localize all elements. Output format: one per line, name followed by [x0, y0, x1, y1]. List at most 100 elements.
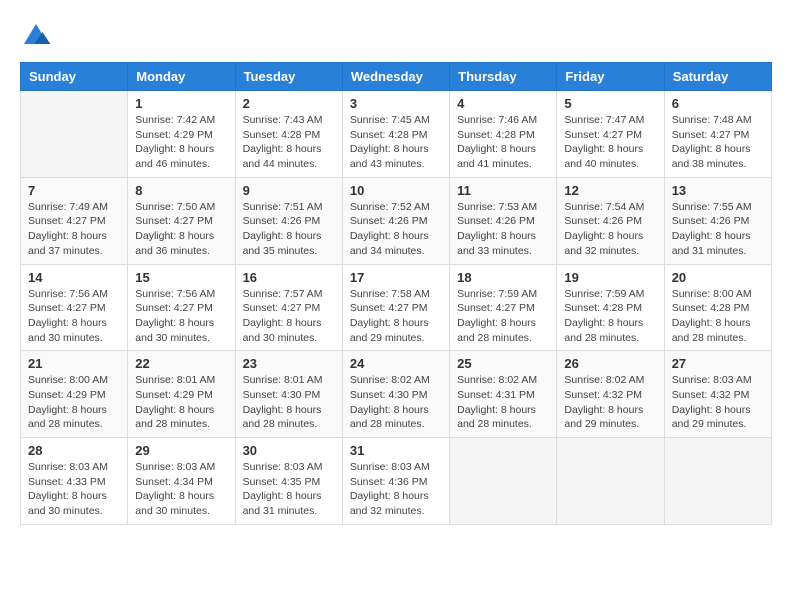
- calendar-cell: 10 Sunrise: 7:52 AM Sunset: 4:26 PM Dayli…: [342, 177, 449, 264]
- day-info: Sunrise: 7:51 AM Sunset: 4:26 PM Dayligh…: [243, 200, 335, 259]
- calendar-cell: 24Sunrise: 8:02 AM Sunset: 4:30 PM Dayli…: [342, 351, 449, 438]
- calendar-cell: 26 Sunrise: 8:02 AM Sunset: 4:32 PM Dayli…: [557, 351, 664, 438]
- day-number: 18: [457, 270, 549, 285]
- day-info: Sunrise: 8:02 AM Sunset: 4:32 PM Dayligh…: [564, 373, 656, 432]
- calendar-cell: 30 Sunrise: 8:03 AM Sunset: 4:35 PM Dayli…: [235, 438, 342, 525]
- weekday-header: Sunday: [21, 63, 128, 91]
- day-number: 4: [457, 96, 549, 111]
- day-info: Sunrise: 7:57 AM Sunset: 4:27 PM Dayligh…: [243, 287, 335, 346]
- day-info: Sunrise: 7:46 AM Sunset: 4:28 PM Dayligh…: [457, 113, 549, 172]
- calendar-cell: 14Sunrise: 7:56 AM Sunset: 4:27 PM Dayli…: [21, 264, 128, 351]
- weekday-header: Thursday: [450, 63, 557, 91]
- calendar-week-row: 7 Sunrise: 7:49 AM Sunset: 4:27 PM Daylig…: [21, 177, 772, 264]
- weekday-header: Wednesday: [342, 63, 449, 91]
- calendar-cell: 3 Sunrise: 7:45 AM Sunset: 4:28 PM Daylig…: [342, 91, 449, 178]
- day-number: 21: [28, 356, 120, 371]
- calendar-cell: 22 Sunrise: 8:01 AM Sunset: 4:29 PM Dayli…: [128, 351, 235, 438]
- calendar-cell: [450, 438, 557, 525]
- calendar-cell: 2 Sunrise: 7:43 AM Sunset: 4:28 PM Daylig…: [235, 91, 342, 178]
- day-number: 3: [350, 96, 442, 111]
- day-info: Sunrise: 7:45 AM Sunset: 4:28 PM Dayligh…: [350, 113, 442, 172]
- calendar-cell: 7 Sunrise: 7:49 AM Sunset: 4:27 PM Daylig…: [21, 177, 128, 264]
- logo-icon: [20, 20, 52, 52]
- day-number: 5: [564, 96, 656, 111]
- day-number: 6: [672, 96, 764, 111]
- day-number: 22: [135, 356, 227, 371]
- weekday-header: Monday: [128, 63, 235, 91]
- day-number: 12: [564, 183, 656, 198]
- calendar-cell: 27 Sunrise: 8:03 AM Sunset: 4:32 PM Dayli…: [664, 351, 771, 438]
- calendar-cell: 29Sunrise: 8:03 AM Sunset: 4:34 PM Dayli…: [128, 438, 235, 525]
- calendar-cell: 16 Sunrise: 7:57 AM Sunset: 4:27 PM Dayli…: [235, 264, 342, 351]
- day-number: 31: [350, 443, 442, 458]
- calendar-cell: [21, 91, 128, 178]
- day-number: 2: [243, 96, 335, 111]
- calendar-cell: 31Sunrise: 8:03 AM Sunset: 4:36 PM Dayli…: [342, 438, 449, 525]
- calendar-table: SundayMondayTuesdayWednesdayThursdayFrid…: [20, 62, 772, 525]
- day-info: Sunrise: 8:00 AM Sunset: 4:28 PM Dayligh…: [672, 287, 764, 346]
- day-number: 30: [243, 443, 335, 458]
- day-info: Sunrise: 7:53 AM Sunset: 4:26 PM Dayligh…: [457, 200, 549, 259]
- day-info: Sunrise: 7:59 AM Sunset: 4:27 PM Dayligh…: [457, 287, 549, 346]
- day-info: Sunrise: 7:55 AM Sunset: 4:26 PM Dayligh…: [672, 200, 764, 259]
- day-number: 10: [350, 183, 442, 198]
- day-number: 13: [672, 183, 764, 198]
- day-number: 24: [350, 356, 442, 371]
- calendar-cell: 28Sunrise: 8:03 AM Sunset: 4:33 PM Dayli…: [21, 438, 128, 525]
- weekday-header: Friday: [557, 63, 664, 91]
- day-number: 9: [243, 183, 335, 198]
- calendar-cell: 23 Sunrise: 8:01 AM Sunset: 4:30 PM Dayli…: [235, 351, 342, 438]
- day-info: Sunrise: 8:01 AM Sunset: 4:30 PM Dayligh…: [243, 373, 335, 432]
- day-info: Sunrise: 8:00 AM Sunset: 4:29 PM Dayligh…: [28, 373, 120, 432]
- page-header: [20, 20, 772, 52]
- day-number: 16: [243, 270, 335, 285]
- day-info: Sunrise: 7:43 AM Sunset: 4:28 PM Dayligh…: [243, 113, 335, 172]
- day-info: Sunrise: 8:01 AM Sunset: 4:29 PM Dayligh…: [135, 373, 227, 432]
- day-number: 28: [28, 443, 120, 458]
- day-info: Sunrise: 7:47 AM Sunset: 4:27 PM Dayligh…: [564, 113, 656, 172]
- day-info: Sunrise: 7:42 AM Sunset: 4:29 PM Dayligh…: [135, 113, 227, 172]
- calendar-cell: 11Sunrise: 7:53 AM Sunset: 4:26 PM Dayli…: [450, 177, 557, 264]
- calendar-cell: 15 Sunrise: 7:56 AM Sunset: 4:27 PM Dayli…: [128, 264, 235, 351]
- day-number: 26: [564, 356, 656, 371]
- calendar-week-row: 1 Sunrise: 7:42 AM Sunset: 4:29 PM Daylig…: [21, 91, 772, 178]
- day-number: 7: [28, 183, 120, 198]
- calendar-cell: 17Sunrise: 7:58 AM Sunset: 4:27 PM Dayli…: [342, 264, 449, 351]
- calendar-cell: 21 Sunrise: 8:00 AM Sunset: 4:29 PM Dayli…: [21, 351, 128, 438]
- weekday-header: Saturday: [664, 63, 771, 91]
- day-info: Sunrise: 7:49 AM Sunset: 4:27 PM Dayligh…: [28, 200, 120, 259]
- day-number: 27: [672, 356, 764, 371]
- day-info: Sunrise: 7:59 AM Sunset: 4:28 PM Dayligh…: [564, 287, 656, 346]
- day-info: Sunrise: 7:54 AM Sunset: 4:26 PM Dayligh…: [564, 200, 656, 259]
- calendar-cell: 19 Sunrise: 7:59 AM Sunset: 4:28 PM Dayli…: [557, 264, 664, 351]
- calendar-cell: 13 Sunrise: 7:55 AM Sunset: 4:26 PM Dayli…: [664, 177, 771, 264]
- day-info: Sunrise: 8:03 AM Sunset: 4:32 PM Dayligh…: [672, 373, 764, 432]
- day-number: 23: [243, 356, 335, 371]
- day-info: Sunrise: 8:02 AM Sunset: 4:31 PM Dayligh…: [457, 373, 549, 432]
- calendar-cell: [664, 438, 771, 525]
- day-number: 15: [135, 270, 227, 285]
- logo: [20, 20, 58, 52]
- calendar-week-row: 28Sunrise: 8:03 AM Sunset: 4:33 PM Dayli…: [21, 438, 772, 525]
- calendar-cell: 12 Sunrise: 7:54 AM Sunset: 4:26 PM Dayli…: [557, 177, 664, 264]
- calendar-cell: 25 Sunrise: 8:02 AM Sunset: 4:31 PM Dayli…: [450, 351, 557, 438]
- calendar-cell: 4 Sunrise: 7:46 AM Sunset: 4:28 PM Daylig…: [450, 91, 557, 178]
- day-number: 19: [564, 270, 656, 285]
- calendar-header-row: SundayMondayTuesdayWednesdayThursdayFrid…: [21, 63, 772, 91]
- calendar-cell: 8Sunrise: 7:50 AM Sunset: 4:27 PM Daylig…: [128, 177, 235, 264]
- day-number: 1: [135, 96, 227, 111]
- day-number: 29: [135, 443, 227, 458]
- day-info: Sunrise: 7:52 AM Sunset: 4:26 PM Dayligh…: [350, 200, 442, 259]
- day-number: 20: [672, 270, 764, 285]
- day-number: 8: [135, 183, 227, 198]
- calendar-cell: 1 Sunrise: 7:42 AM Sunset: 4:29 PM Daylig…: [128, 91, 235, 178]
- calendar-cell: 20 Sunrise: 8:00 AM Sunset: 4:28 PM Dayli…: [664, 264, 771, 351]
- day-info: Sunrise: 8:03 AM Sunset: 4:35 PM Dayligh…: [243, 460, 335, 519]
- calendar-week-row: 21 Sunrise: 8:00 AM Sunset: 4:29 PM Dayli…: [21, 351, 772, 438]
- calendar-cell: [557, 438, 664, 525]
- day-info: Sunrise: 7:56 AM Sunset: 4:27 PM Dayligh…: [135, 287, 227, 346]
- calendar-cell: 5 Sunrise: 7:47 AM Sunset: 4:27 PM Daylig…: [557, 91, 664, 178]
- day-info: Sunrise: 7:56 AM Sunset: 4:27 PM Dayligh…: [28, 287, 120, 346]
- calendar-cell: 18 Sunrise: 7:59 AM Sunset: 4:27 PM Dayli…: [450, 264, 557, 351]
- day-number: 25: [457, 356, 549, 371]
